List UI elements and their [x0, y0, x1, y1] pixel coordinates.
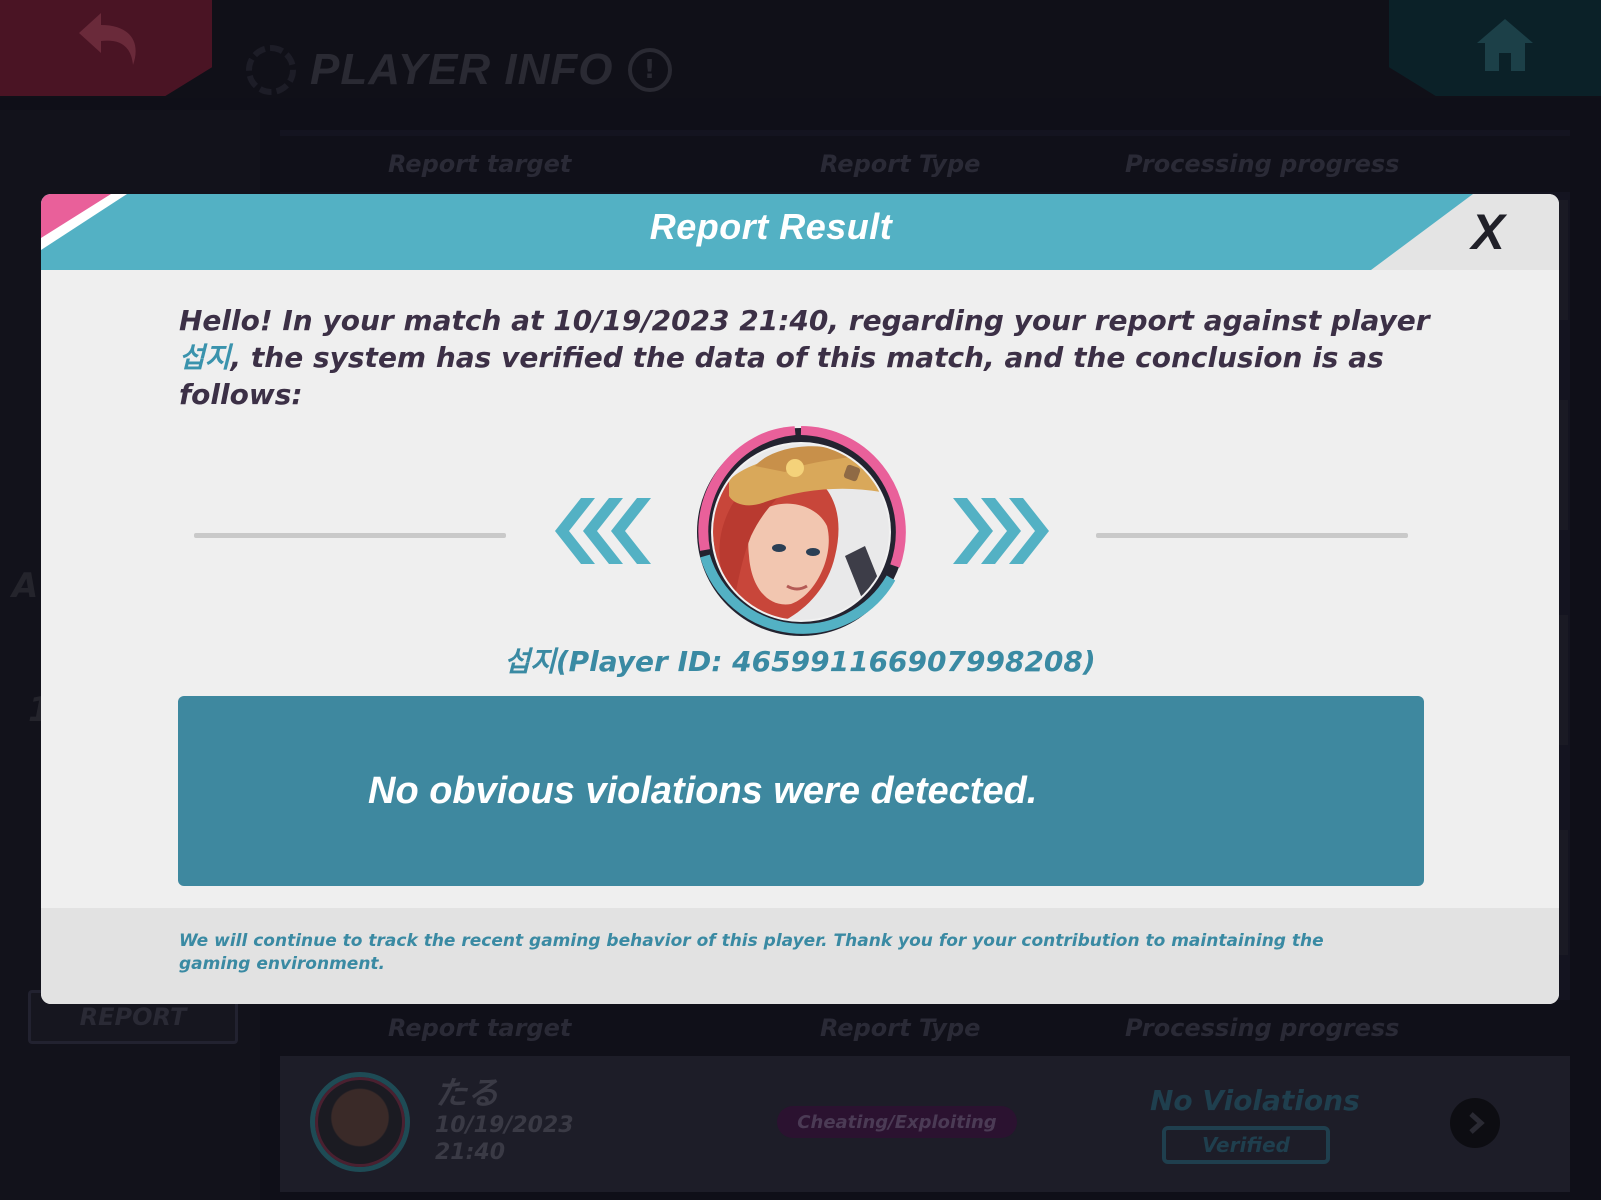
status-badge: Verified: [1162, 1126, 1330, 1164]
column-header-target: Report target: [388, 1014, 572, 1042]
avatar: [310, 1072, 410, 1172]
chevron-right-icon: [1469, 1112, 1485, 1134]
modal-header: Report Result X: [41, 194, 1559, 270]
report-type-badge: Cheating/Exploiting: [777, 1106, 1017, 1138]
page-header: PLAYER INFO !: [246, 40, 672, 100]
table-row[interactable]: たる 10/19/2023 21:40 Cheating/Exploiting …: [280, 1056, 1570, 1192]
table-header: Report target Report Type Processing pro…: [280, 136, 1570, 192]
processing-result: No Violations: [1150, 1084, 1360, 1117]
target-name: たる: [435, 1074, 500, 1112]
divider-left: [194, 533, 506, 538]
page-title: PLAYER INFO: [310, 45, 614, 94]
close-icon[interactable]: X: [1453, 204, 1523, 260]
player-avatar: [697, 426, 906, 636]
chevron-left-double-icon: [555, 498, 651, 564]
column-header-type: Report Type: [820, 150, 981, 178]
column-header-progress: Processing progress: [1125, 1014, 1400, 1042]
sidebar-text: A: [12, 566, 39, 606]
column-header-type: Report Type: [820, 1014, 981, 1042]
report-result-modal: Report Result X Hello! In your match at …: [41, 194, 1559, 1004]
back-button[interactable]: [0, 0, 212, 96]
modal-footer: We will continue to track the recent gam…: [41, 908, 1559, 1004]
back-arrow-icon: [79, 13, 136, 65]
modal-title: Report Result: [649, 206, 893, 247]
home-icon: [1477, 19, 1533, 71]
row-detail-button[interactable]: [1450, 1098, 1500, 1148]
footer-note: We will continue to track the recent gam…: [179, 931, 1324, 974]
divider-right: [1096, 533, 1408, 538]
message-prefix: Hello! In your match at 10/19/2023 21:40…: [179, 304, 1430, 337]
top-bar: [0, 0, 1601, 98]
column-header-progress: Processing progress: [1125, 150, 1400, 178]
home-button[interactable]: [1389, 0, 1601, 96]
result-text: No obvious violations were detected.: [368, 770, 1038, 812]
info-icon[interactable]: !: [627, 48, 672, 92]
result-banner: No obvious violations were detected.: [178, 696, 1424, 886]
player-id-label: 섭지(Player ID: 465991166907998208): [504, 645, 1096, 678]
chevron-right-double-icon: [953, 498, 1049, 564]
gear-icon: [246, 45, 296, 95]
message-suffix: , the system has verified the data of th…: [179, 341, 1384, 411]
report-date: 10/19/2023 21:40: [435, 1113, 574, 1165]
column-header-target: Report target: [388, 150, 572, 178]
report-message: Hello! In your match at 10/19/2023 21:40…: [179, 302, 1459, 413]
reported-player-name: 섭지: [179, 341, 231, 374]
table-header: Report target Report Type Processing pro…: [280, 1000, 1570, 1056]
